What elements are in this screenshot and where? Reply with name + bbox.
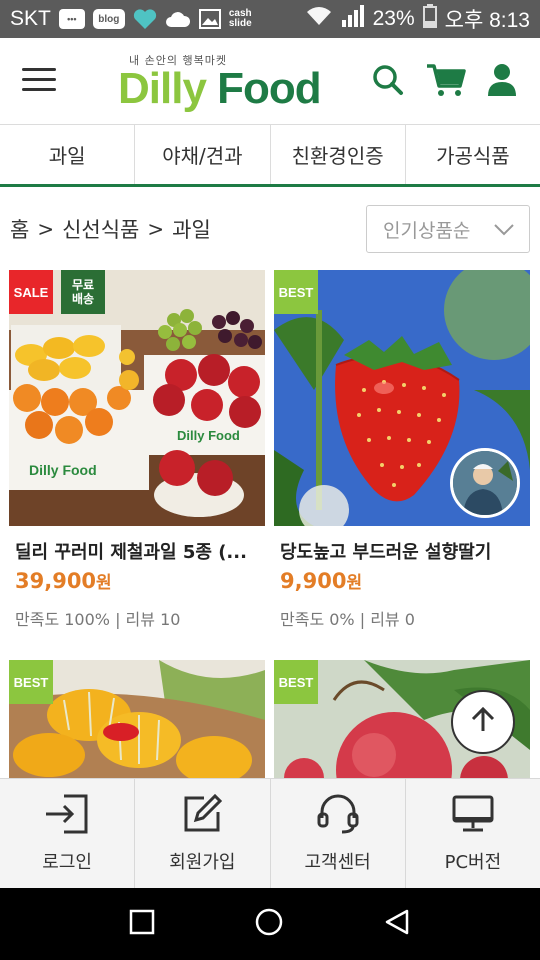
category-tabs: 과일 야채/견과 친환경인증 가공식품: [0, 125, 540, 187]
cashslide-icon: cash slide: [228, 8, 252, 29]
site-logo[interactable]: 내 손안의 행복마켓 Dilly Food: [118, 48, 322, 118]
product-rating: 만족도 0% | 리뷰 0: [280, 610, 415, 629]
breadcrumb: 홈 > 신선식품 > 과일: [10, 212, 211, 246]
blog-icon: blog: [92, 9, 125, 29]
headset-icon: [316, 794, 360, 838]
tab-vegetables-nuts[interactable]: 야채/견과: [135, 125, 271, 184]
app-root: SKT ••• blog cash slide 23% 오후 8:13 내 손안…: [0, 0, 540, 960]
back-icon[interactable]: [383, 908, 411, 940]
product-image-melon[interactable]: BEST: [9, 660, 265, 778]
product-card[interactable]: BEST 당도높고 부드러운 설향딸기 9,900원 만족도 0% | 리뷰 0: [274, 270, 530, 640]
customer-center-button[interactable]: 고객센터: [271, 779, 406, 888]
site-header: 내 손안의 행복마켓 Dilly Food: [0, 38, 540, 125]
tab-fruit[interactable]: 과일: [0, 125, 136, 184]
product-card[interactable]: BEST: [9, 660, 265, 778]
pc-version-label: PC버전: [444, 851, 502, 873]
gallery-icon: [198, 9, 221, 29]
wifi-icon: [305, 5, 333, 33]
message-icon: •••: [58, 9, 85, 29]
sort-dropdown[interactable]: 인기상품순: [366, 205, 530, 253]
signup-label: 회원가입: [169, 851, 236, 873]
customer-center-label: 고객센터: [304, 851, 371, 873]
product-card[interactable]: Dilly Food Dilly Food SALE 무료 배송 딜리 꾸러미 …: [9, 270, 265, 640]
product-name[interactable]: 딜리 꾸러미 제철과일 5종 (...: [15, 538, 265, 564]
breadcrumb-separator: >: [37, 217, 55, 241]
free-shipping-badge: 무료 배송: [61, 270, 105, 314]
sort-selected-label: 인기상품순: [383, 219, 471, 242]
android-nav-bar: [0, 888, 540, 960]
status-bar: SKT ••• blog cash slide 23% 오후 8:13: [0, 0, 540, 38]
login-icon: [44, 794, 90, 838]
tab-processed-food[interactable]: 가공식품: [406, 125, 540, 184]
breadcrumb-fresh-food[interactable]: 신선식품: [62, 214, 139, 244]
pc-version-button[interactable]: PC버전: [406, 779, 540, 888]
edit-icon: [182, 793, 223, 838]
carrier-label: SKT: [10, 7, 51, 30]
product-rating: 만족도 100% | 리뷰 10: [15, 610, 181, 629]
product-price: 39,900원: [15, 569, 112, 593]
menu-icon[interactable]: [22, 68, 56, 94]
logo-wordmark: Dilly Food: [118, 64, 322, 113]
recent-apps-icon[interactable]: [129, 909, 155, 939]
user-icon[interactable]: [486, 62, 518, 98]
arrow-up-icon: [468, 705, 498, 739]
chevron-down-icon: [493, 220, 515, 242]
best-badge: BEST: [274, 660, 318, 704]
product-name[interactable]: 당도높고 부드러운 설향딸기: [280, 538, 530, 564]
battery-percent: 23%: [372, 7, 415, 30]
cart-icon[interactable]: [425, 62, 467, 98]
svg-text:Dilly Food: Dilly Food: [177, 428, 240, 443]
login-button[interactable]: 로그인: [0, 779, 136, 888]
breadcrumb-fruit[interactable]: 과일: [172, 214, 211, 244]
breadcrumb-separator: >: [147, 217, 165, 241]
monitor-icon: [451, 794, 495, 838]
seller-avatar[interactable]: [450, 448, 520, 518]
scroll-top-button[interactable]: [451, 690, 515, 754]
status-right: 23% 오후 8:13: [305, 4, 530, 34]
search-icon[interactable]: [370, 62, 406, 98]
svg-text:Dilly Food: Dilly Food: [29, 462, 97, 478]
heart-icon: [133, 8, 157, 30]
home-icon[interactable]: [254, 907, 284, 941]
signal-icon: [341, 4, 365, 34]
clock: 오후 8:13: [444, 9, 530, 32]
best-badge: BEST: [274, 270, 318, 314]
best-badge: BEST: [9, 660, 53, 704]
breadcrumb-home[interactable]: 홈: [10, 214, 29, 244]
product-price: 9,900원: [280, 569, 363, 593]
product-image-fruit-box[interactable]: Dilly Food Dilly Food SALE 무료 배송: [9, 270, 265, 526]
battery-icon: [422, 4, 437, 34]
sale-badge: SALE: [9, 270, 53, 314]
cloud-icon: [165, 10, 191, 28]
bottom-quick-menu: 로그인 회원가입 고객센터 PC버전: [0, 778, 540, 888]
signup-button[interactable]: 회원가입: [135, 779, 271, 888]
login-label: 로그인: [42, 851, 92, 873]
tab-eco-certified[interactable]: 친환경인증: [271, 125, 406, 184]
